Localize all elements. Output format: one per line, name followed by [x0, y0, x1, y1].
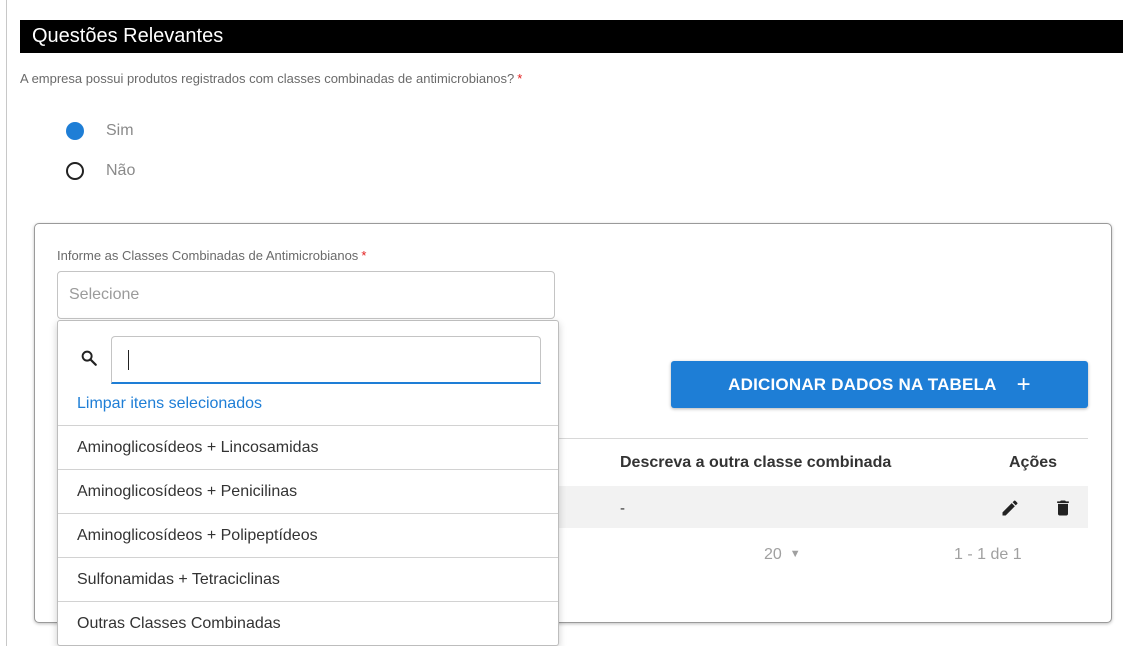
dropdown-item[interactable]: Aminoglicosídeos + Penicilinas [58, 469, 558, 513]
table-cell-descricao: - [620, 500, 625, 517]
radio-checked-icon[interactable] [66, 122, 84, 140]
required-mark: * [361, 248, 367, 263]
required-mark: * [517, 71, 523, 86]
radio-unchecked-icon[interactable] [66, 162, 84, 180]
column-header-acoes: Ações [1009, 454, 1058, 471]
pagination-range: 1 - 1 de 1 [954, 546, 1022, 563]
question-label: A empresa possui produtos registrados co… [20, 71, 515, 86]
classes-dropdown-panel: Limpar itens selecionados Aminoglicosíde… [57, 320, 559, 646]
classes-select[interactable]: Selecione [57, 271, 555, 319]
pencil-icon[interactable] [1000, 497, 1020, 519]
dropdown-search-input[interactable] [111, 336, 541, 384]
add-to-table-button[interactable]: ADICIONAR DADOS NA TABELA + [671, 361, 1088, 408]
add-to-table-label: ADICIONAR DADOS NA TABELA [728, 374, 997, 394]
page-size-value: 20 [764, 546, 782, 563]
radio-label-sim[interactable]: Sim [106, 122, 134, 140]
text-cursor [128, 350, 129, 370]
caret-down-icon: ▼ [789, 548, 801, 560]
clear-selected-link[interactable]: Limpar itens selecionados [77, 395, 262, 413]
page-size-select[interactable]: 20 ▼ [764, 546, 801, 564]
dropdown-item[interactable]: Aminoglicosídeos + Polipeptídeos [58, 513, 558, 557]
classes-field-label: Informe as Classes Combinadas de Antimic… [57, 248, 366, 263]
select-placeholder: Selecione [69, 286, 140, 303]
radio-option-sim[interactable]: Sim [66, 122, 134, 140]
column-header-descricao: Descreva a outra classe combinada [620, 454, 892, 471]
left-border [6, 0, 7, 646]
section-title: Questões Relevantes [32, 25, 224, 47]
dropdown-item[interactable]: Aminoglicosídeos + Lincosamidas [58, 425, 558, 469]
section-header: Questões Relevantes [20, 20, 1123, 53]
plus-icon: + [1016, 370, 1031, 398]
dropdown-item[interactable]: Sulfonamidas + Tetraciclinas [58, 557, 558, 601]
trash-icon[interactable] [1053, 497, 1073, 519]
classes-field-label-text: Informe as Classes Combinadas de Antimic… [57, 248, 359, 263]
question-text: A empresa possui produtos registrados co… [20, 71, 522, 86]
search-icon [81, 350, 97, 366]
radio-option-nao[interactable]: Não [66, 162, 135, 180]
dropdown-item[interactable]: Outras Classes Combinadas [58, 601, 558, 645]
table-divider [556, 438, 1088, 439]
radio-label-nao[interactable]: Não [106, 162, 135, 180]
